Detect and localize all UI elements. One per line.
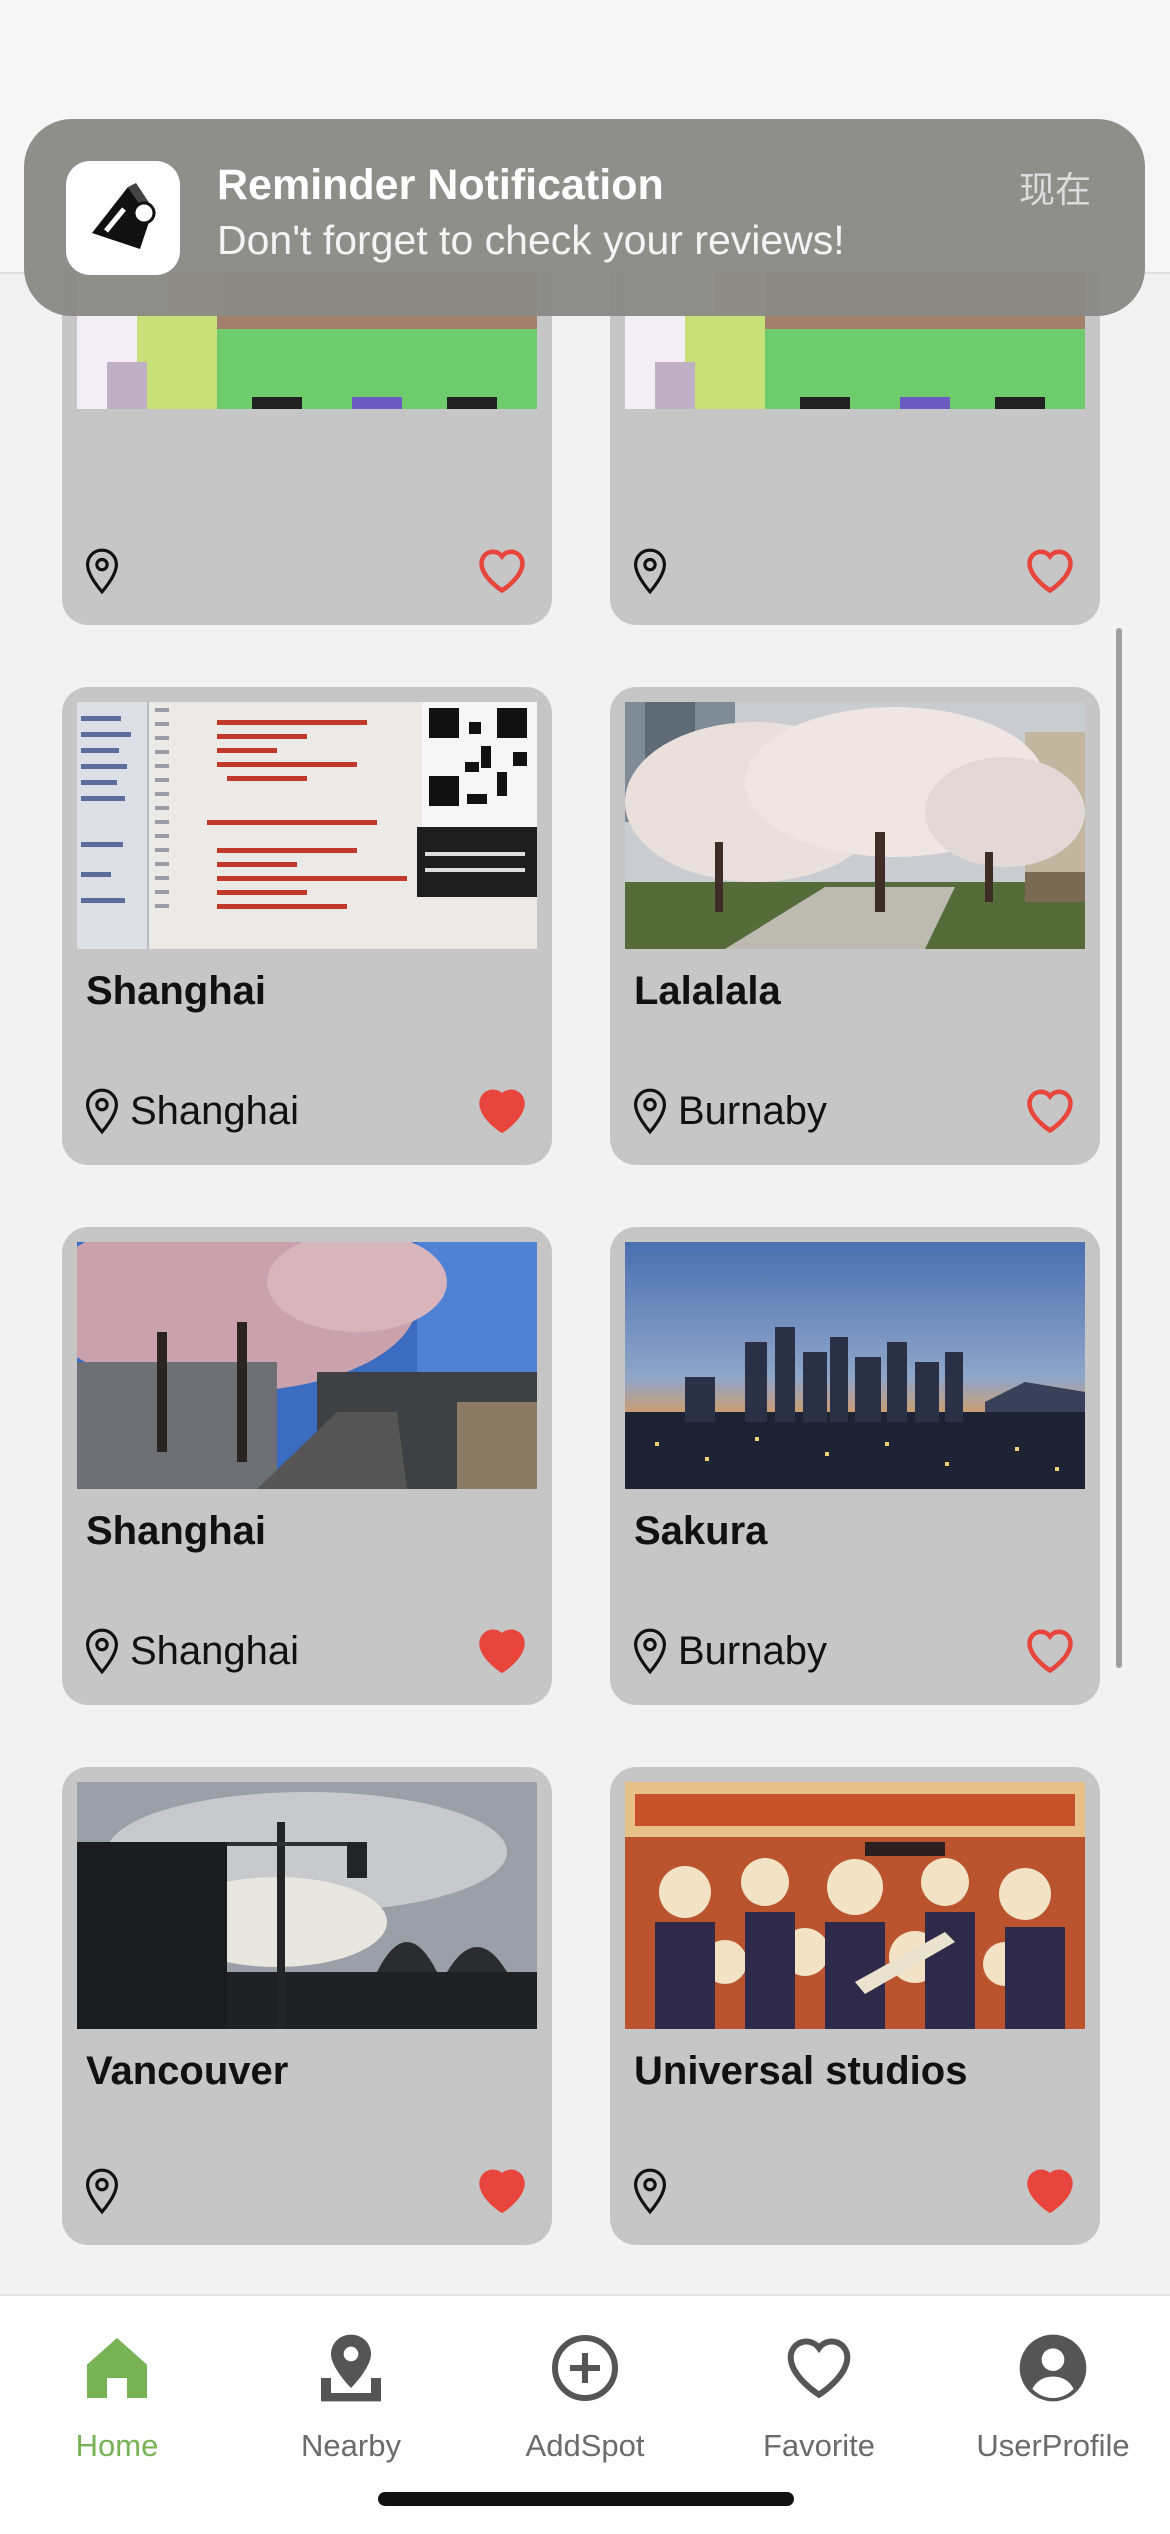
favorite-button[interactable] xyxy=(1022,2165,1078,2215)
heart-filled-icon xyxy=(479,1089,525,1134)
spot-card[interactable]: Universal studios xyxy=(610,1767,1100,2245)
tab-addspot[interactable]: AddSpot xyxy=(468,2316,702,2466)
home-indicator xyxy=(378,2492,794,2506)
favorite-button[interactable] xyxy=(474,545,530,595)
spot-photo xyxy=(77,702,537,949)
tab-favorite-label: Favorite xyxy=(763,2428,875,2463)
scrollbar[interactable] xyxy=(1116,628,1122,1668)
notification-time: 现在 xyxy=(1018,169,1091,210)
spot-list[interactable]: Shanghai Shanghai Lalalala Burnaby Shang… xyxy=(0,272,1170,2294)
spot-card[interactable]: Shanghai Shanghai xyxy=(62,1227,552,1705)
spot-title: Sakura xyxy=(634,1509,768,1553)
add-circle-icon xyxy=(552,2335,618,2401)
spot-card[interactable] xyxy=(610,272,1100,625)
bottom-tab-bar: Home Nearby AddSpot Favorite UserProfile xyxy=(0,2294,1170,2534)
heart-outline-icon xyxy=(479,549,525,594)
spot-card[interactable]: Sakura Burnaby xyxy=(610,1227,1100,1705)
tab-nearby-label: Nearby xyxy=(301,2428,401,2463)
home-icon xyxy=(87,2338,147,2398)
spot-location: Burnaby xyxy=(630,1624,827,1678)
heart-outline-icon xyxy=(1027,1089,1073,1134)
spot-photo xyxy=(625,1242,1085,1489)
location-pin-icon xyxy=(85,1628,119,1675)
location-pin-icon xyxy=(633,1628,667,1675)
favorite-button[interactable] xyxy=(474,2165,530,2215)
tab-favorite[interactable]: Favorite xyxy=(702,2316,936,2466)
spot-title: Shanghai xyxy=(86,1509,267,1553)
spot-title: Vancouver xyxy=(86,2049,289,2093)
spot-photo xyxy=(625,702,1085,949)
location-pin-icon xyxy=(633,548,667,595)
favorite-button[interactable] xyxy=(1022,1085,1078,1135)
spot-location-label: Burnaby xyxy=(678,1088,827,1133)
spot-location xyxy=(630,2164,678,2218)
tab-home-label: Home xyxy=(75,2428,159,2463)
heart-outline-icon xyxy=(1027,1629,1073,1674)
tab-addspot-label: AddSpot xyxy=(525,2428,645,2463)
tab-nearby[interactable]: Nearby xyxy=(234,2316,468,2466)
notification-body: Don't forget to check your reviews! xyxy=(217,217,845,263)
spot-location: Burnaby xyxy=(630,1084,827,1138)
tab-userprofile[interactable]: UserProfile xyxy=(936,2316,1170,2466)
app-logo-icon xyxy=(66,161,180,275)
spot-location xyxy=(82,544,130,598)
tab-userprofile-label: UserProfile xyxy=(976,2428,1130,2463)
favorite-button[interactable] xyxy=(1022,1625,1078,1675)
spot-title: Universal studios xyxy=(634,2049,968,2093)
favorite-button[interactable] xyxy=(1022,545,1078,595)
heart-icon xyxy=(787,2338,851,2399)
favorite-button[interactable] xyxy=(474,1085,530,1135)
tab-home[interactable]: Home xyxy=(0,2316,234,2466)
spot-location xyxy=(630,544,678,598)
spot-card[interactable]: Shanghai Shanghai xyxy=(62,687,552,1165)
map-pin-icon xyxy=(321,2334,381,2402)
spot-location-label: Shanghai xyxy=(130,1628,300,1673)
spot-card[interactable]: Lalalala Burnaby xyxy=(610,687,1100,1165)
location-pin-icon xyxy=(85,548,119,595)
heart-outline-icon xyxy=(1027,549,1073,594)
spot-photo xyxy=(77,1782,537,2029)
spot-title: Shanghai xyxy=(86,969,267,1013)
heart-filled-icon xyxy=(479,1629,525,1674)
notification-title: Reminder Notification xyxy=(217,161,664,209)
spot-title: Lalalala xyxy=(634,969,781,1013)
location-pin-icon xyxy=(633,1088,667,1135)
heart-filled-icon xyxy=(479,2169,525,2214)
spot-location: Shanghai xyxy=(82,1624,299,1678)
spot-location-label: Shanghai xyxy=(130,1088,300,1133)
location-pin-icon xyxy=(85,1088,119,1135)
spot-card[interactable]: Vancouver xyxy=(62,1767,552,2245)
spot-location xyxy=(82,2164,130,2218)
favorite-button[interactable] xyxy=(474,1625,530,1675)
spot-location: Shanghai xyxy=(82,1084,299,1138)
user-circle-icon xyxy=(1019,2334,1087,2402)
spot-card[interactable] xyxy=(62,272,552,625)
location-pin-icon xyxy=(85,2168,119,2215)
spot-photo xyxy=(625,1782,1085,2029)
heart-filled-icon xyxy=(1027,2169,1073,2214)
spot-location-label: Burnaby xyxy=(678,1628,827,1673)
spot-photo xyxy=(77,1242,537,1489)
location-pin-icon xyxy=(633,2168,667,2215)
notification-banner[interactable]: Reminder Notification Don't forget to ch… xyxy=(24,119,1145,316)
